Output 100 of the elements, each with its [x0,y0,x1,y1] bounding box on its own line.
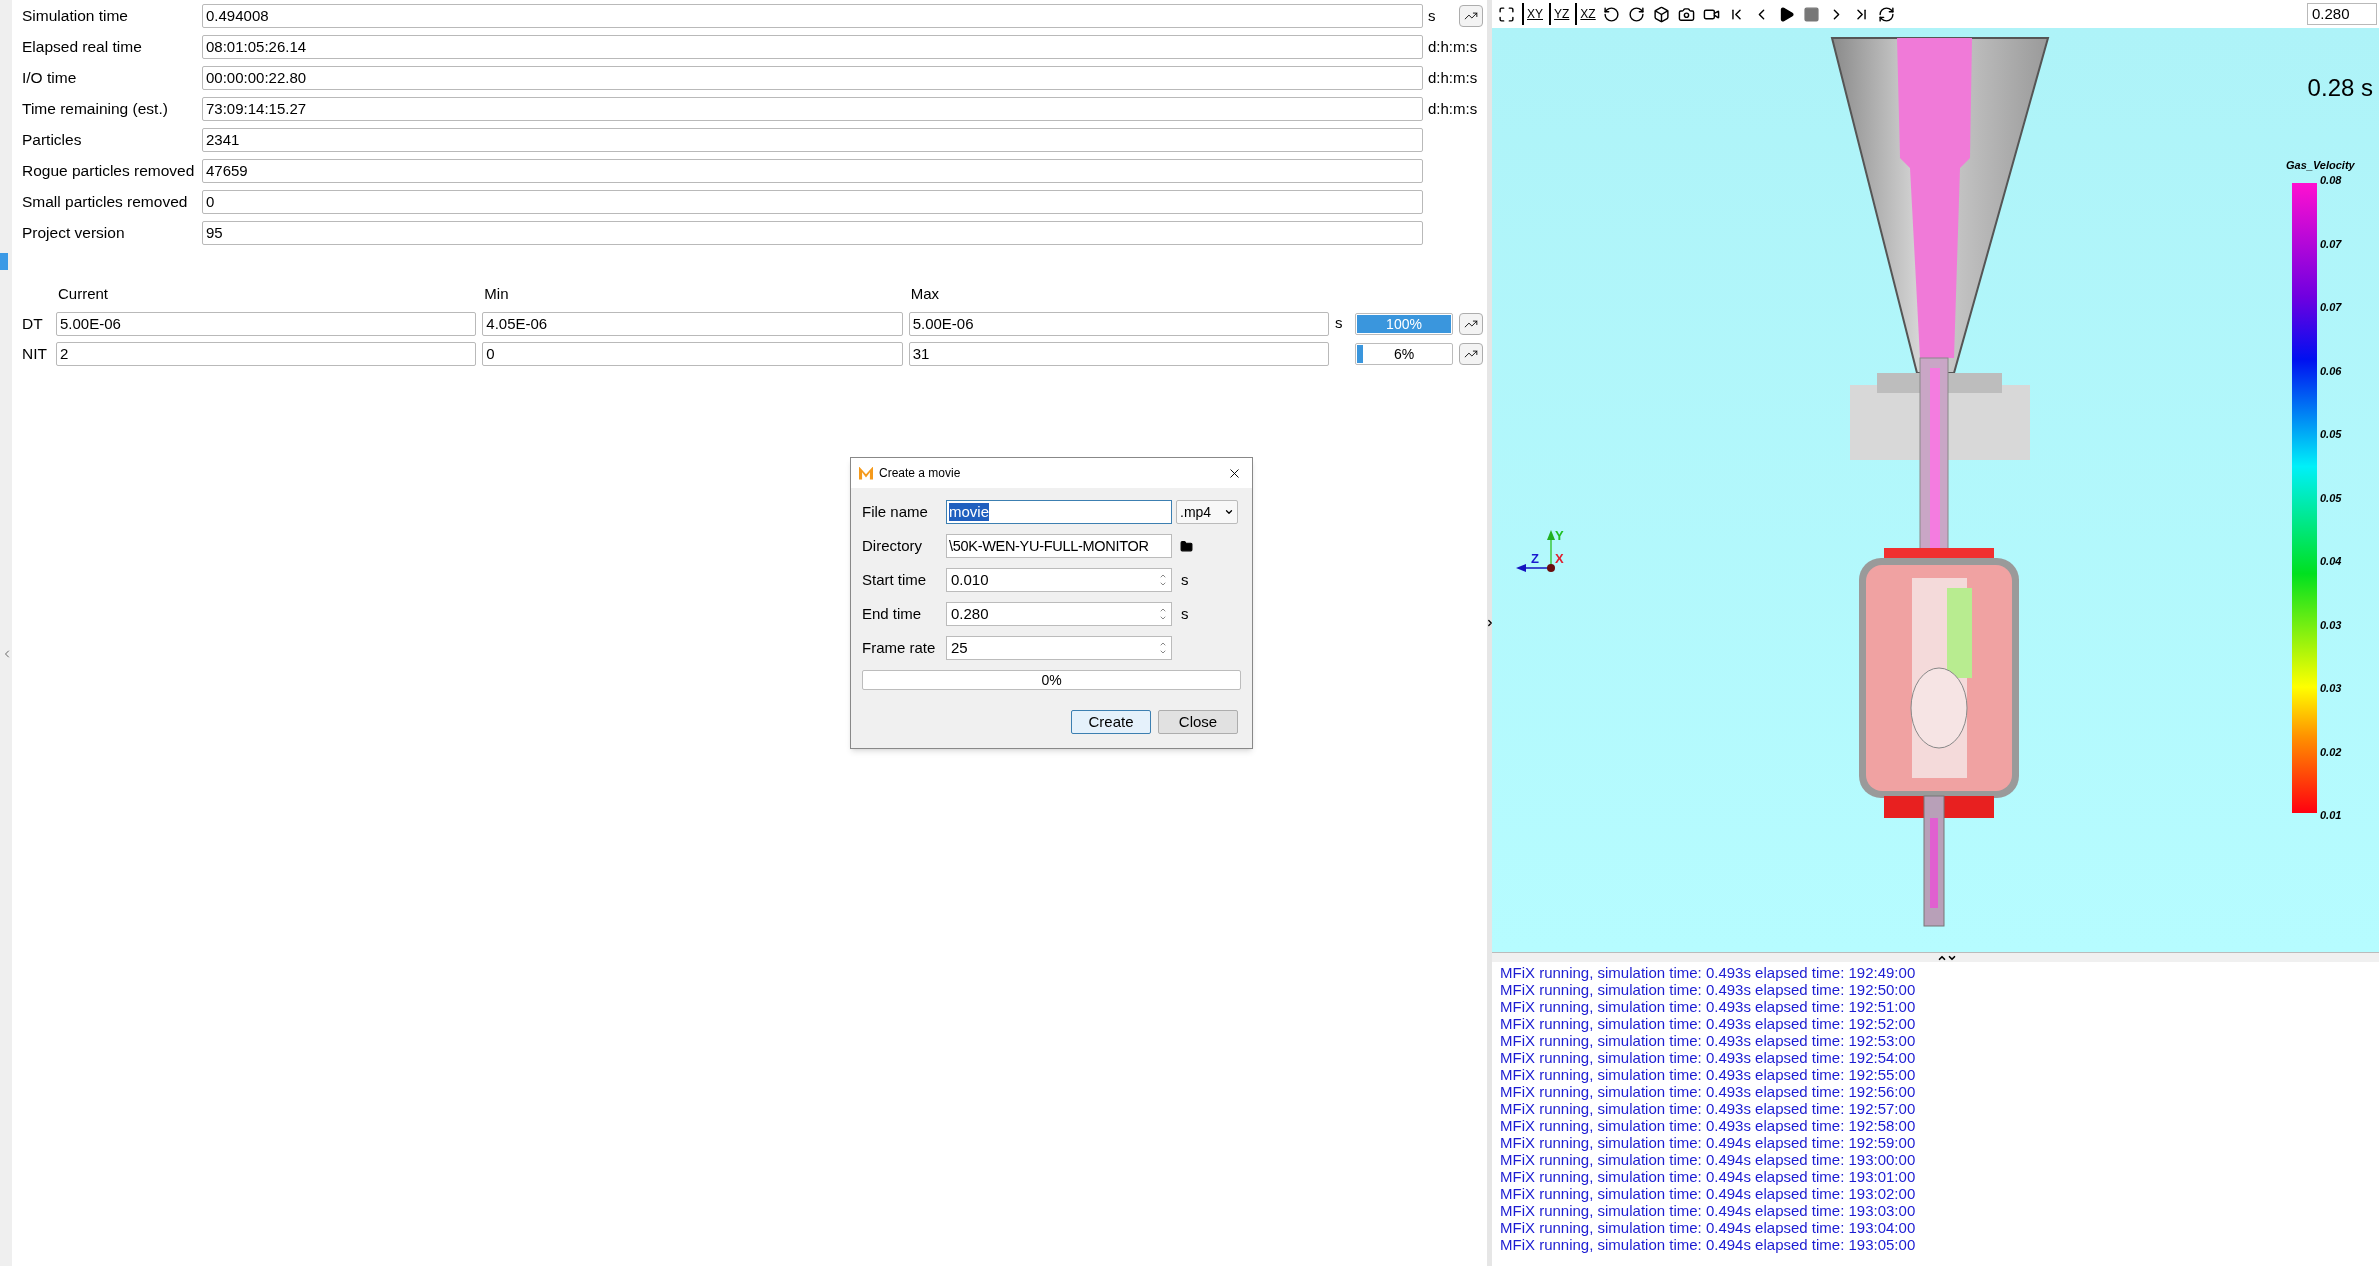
axis-label: X [1555,551,1564,566]
value-field[interactable]: 47659 [202,159,1423,183]
3d-viewport[interactable]: Y Z X 0.28 s Gas_Velocity 0.08 0.07 0.07 0.06 0.05 0.05 0.04 0.03 0.03 0.02 0.01 [1492,28,2379,952]
fit-view-icon [1498,5,1515,23]
value-field[interactable]: 5.00E-06 [908,311,1329,336]
field-label: Time remaining (est.) [22,99,169,120]
dialog-button[interactable]: Create [1071,710,1151,734]
row-label: DT [22,313,44,334]
file-name-field[interactable]: movie [946,500,1172,524]
log-line: MFiX running, simulation time: 0.494s elapsed time: 193:04:00 [1500,1219,1917,1236]
legend-tick: 0.03 [2320,682,2342,695]
camera-icon [1677,5,1695,23]
view-button[interactable]: XY [1522,3,1546,25]
legend-tick: 0.05 [2320,491,2342,505]
legend-tick: 0.05 [2320,428,2342,441]
progress-reading: 100% [1385,314,1423,334]
progress-reading: 6% [1392,344,1416,364]
log-line: MFiX running, simulation time: 0.494s elapsed time: 193:05:00 [1500,1236,1917,1253]
log-line: MFiX running, simulation time: 0.493s elapsed time: 192:54:00 [1500,1049,1917,1066]
log-line: MFiX running, simulation time: 0.493s elapsed time: 192:56:00 [1500,1083,1917,1100]
field-label: End time [862,603,923,624]
axis-label: Y [1555,528,1564,543]
value-field[interactable]: 95 [202,221,1423,245]
log-line: MFiX running, simulation time: 0.493s elapsed time: 192:51:00 [1500,998,1917,1015]
log-line: MFiX running, simulation time: 0.493s elapsed time: 192:50:00 [1500,981,1917,998]
column-header: Current [57,284,110,304]
log-line: MFiX running, simulation time: 0.494s elapsed time: 192:59:00 [1500,1134,1917,1151]
folder-icon[interactable] [1180,539,1193,553]
spin-field[interactable]: 25 [946,636,1172,660]
legend-tick: 0.04 [2320,555,2342,568]
log-line: MFiX running, simulation time: 0.493s elapsed time: 192:57:00 [1500,1100,1917,1117]
log-line: MFiX running, simulation time: 0.494s elapsed time: 193:02:00 [1500,1185,1917,1202]
value-field[interactable]: 5.00E-06 [56,311,477,336]
field-label: I/O time [22,68,78,89]
field-label: Rogue particles removed [22,161,196,182]
legend-tick: 0.01 [2320,809,2342,822]
active-marker [0,253,8,270]
value-field[interactable]: 31 [908,341,1329,366]
rotate-right-icon [1627,5,1645,23]
rotate-left-icon [1602,5,1620,23]
log-line: MFiX running, simulation time: 0.493s elapsed time: 192:53:00 [1500,1032,1917,1049]
value-field[interactable]: 00:00:00:22.80 [202,66,1423,90]
value-field[interactable]: 0 [482,341,903,366]
format-dropdown[interactable]: .mp4 [1176,500,1238,524]
field-label: Project version [22,223,126,244]
app-logo-icon [859,466,873,480]
field-label: Elapsed real time [22,37,143,58]
dialog-title: Create a movie [879,465,961,482]
row-label: NIT [22,343,48,364]
value-field[interactable]: 0.494008 [202,4,1423,28]
unit-label: s [1181,603,1189,624]
unit-label: d:h:m:s [1428,98,1478,119]
log-line: MFiX running, simulation time: 0.494s elapsed time: 193:03:00 [1500,1202,1917,1219]
field-label: File name [862,501,929,522]
field-label: Particles [22,130,83,151]
dropdown-caret-icon [1224,507,1234,517]
value-field[interactable]: 0 [202,190,1423,214]
plot-button[interactable] [1459,312,1483,335]
view-button[interactable]: YZ [1549,3,1573,25]
field-label: Small particles removed [22,192,189,213]
plot-button[interactable] [1459,5,1483,27]
value-field[interactable]: 2341 [202,128,1423,152]
unit-label: d:h:m:s [1428,67,1478,88]
legend-tick: 0.07 [2320,301,2342,314]
selected-text: movie [949,503,989,521]
legend-tick: 0.02 [2320,745,2342,759]
progress-reading: 0% [1040,671,1063,689]
legend-tick: 0.07 [2320,237,2342,251]
value-field[interactable]: 08:01:05:26.14 [202,35,1423,59]
cube-icon [1652,5,1670,23]
time-overlay: 0.28 s [2307,73,2373,103]
plot-button[interactable] [1459,342,1483,365]
column-header: Min [483,284,510,304]
legend-tick: 0.08 [2320,174,2342,187]
spin-field[interactable]: 0.010 [946,568,1172,592]
stop-icon [1802,5,1820,23]
legend-tick: 0.06 [2320,364,2342,378]
axes-triad-drawing [1516,530,1555,572]
value-field[interactable]: 73:09:14:15.27 [202,97,1423,121]
unit-label: s [1335,313,1344,334]
unit-label: s [1428,5,1436,26]
log-line: MFiX running, simulation time: 0.493s elapsed time: 192:52:00 [1500,1015,1917,1032]
log-line: MFiX running, simulation time: 0.494s elapsed time: 193:00:00 [1500,1151,1917,1168]
value-field[interactable]: 2 [56,341,477,366]
repeat-icon [1877,5,1895,23]
log-line: MFiX running, simulation time: 0.494s elapsed time: 193:01:00 [1500,1168,1917,1185]
column-header: Max [909,284,940,304]
time-field[interactable]: 0.280 [2307,3,2377,25]
spin-field[interactable]: 0.280 [946,602,1172,626]
field-label: Directory [862,535,923,556]
legend-title: Gas_Velocity [2286,158,2355,173]
log-line: MFiX running, simulation time: 0.493s elapsed time: 192:55:00 [1500,1066,1917,1083]
directory-field[interactable]: \50K-WEN-YU-FULL-MONITOR [946,534,1172,558]
field-label: Simulation time [22,6,129,27]
legend-tick: 0.03 [2320,618,2342,632]
view-button[interactable]: XZ [1575,3,1599,25]
value-field[interactable]: 4.05E-06 [482,311,903,336]
field-label: Start time [862,569,928,590]
dialog-button[interactable]: Close [1158,710,1238,734]
field-label: Frame rate [862,637,937,658]
